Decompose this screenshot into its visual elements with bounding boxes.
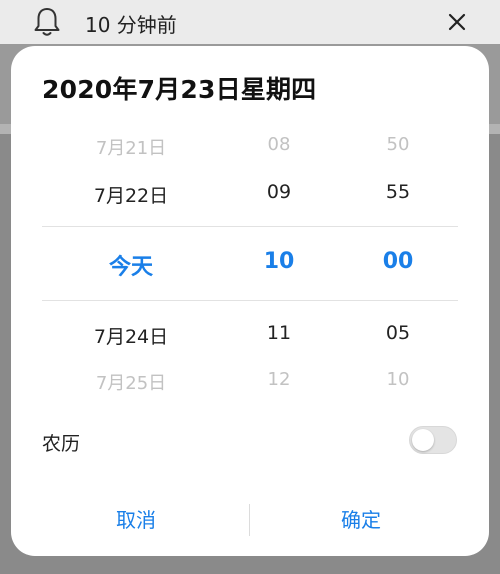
bell-icon xyxy=(34,8,60,36)
hour-option[interactable]: 11 xyxy=(229,322,329,344)
close-icon[interactable] xyxy=(447,12,467,32)
minute-wheel[interactable]: 50 55 00 05 10 xyxy=(348,126,448,396)
minute-option-selected[interactable]: 00 xyxy=(348,249,448,274)
lunar-calendar-label: 农历 xyxy=(42,433,81,455)
date-option[interactable]: 7月25日 xyxy=(71,369,191,395)
hour-option-selected[interactable]: 10 xyxy=(229,249,329,274)
hour-option[interactable]: 09 xyxy=(229,181,329,203)
button-divider xyxy=(249,504,250,536)
toggle-knob xyxy=(412,429,434,451)
hour-wheel[interactable]: 08 09 10 11 12 xyxy=(229,126,329,396)
date-time-picker-dialog: 2020年7月23日星期四 7月21日 7月22日 今天 7月24日 7月25日… xyxy=(11,46,489,556)
minute-option[interactable]: 50 xyxy=(348,134,448,155)
date-wheel[interactable]: 7月21日 7月22日 今天 7月24日 7月25日 xyxy=(71,126,191,396)
minute-option[interactable]: 10 xyxy=(348,369,448,390)
notification-bar: 10 分钟前 xyxy=(0,0,500,44)
date-option[interactable]: 7月22日 xyxy=(71,181,191,208)
confirm-button[interactable]: 确定 xyxy=(296,502,426,538)
date-option[interactable]: 7月21日 xyxy=(71,134,191,160)
reminder-text: 10 分钟前 xyxy=(85,13,177,37)
date-option[interactable]: 7月24日 xyxy=(71,322,191,349)
hour-option[interactable]: 12 xyxy=(229,369,329,390)
cancel-button[interactable]: 取消 xyxy=(71,502,201,538)
hour-option[interactable]: 08 xyxy=(229,134,329,155)
minute-option[interactable]: 55 xyxy=(348,181,448,203)
date-time-picker: 7月21日 7月22日 今天 7月24日 7月25日 08 09 10 11 1… xyxy=(11,126,489,396)
lunar-calendar-toggle[interactable] xyxy=(409,426,457,454)
dialog-title: 2020年7月23日星期四 xyxy=(42,75,317,104)
date-option-selected[interactable]: 今天 xyxy=(71,249,191,281)
minute-option[interactable]: 05 xyxy=(348,322,448,344)
